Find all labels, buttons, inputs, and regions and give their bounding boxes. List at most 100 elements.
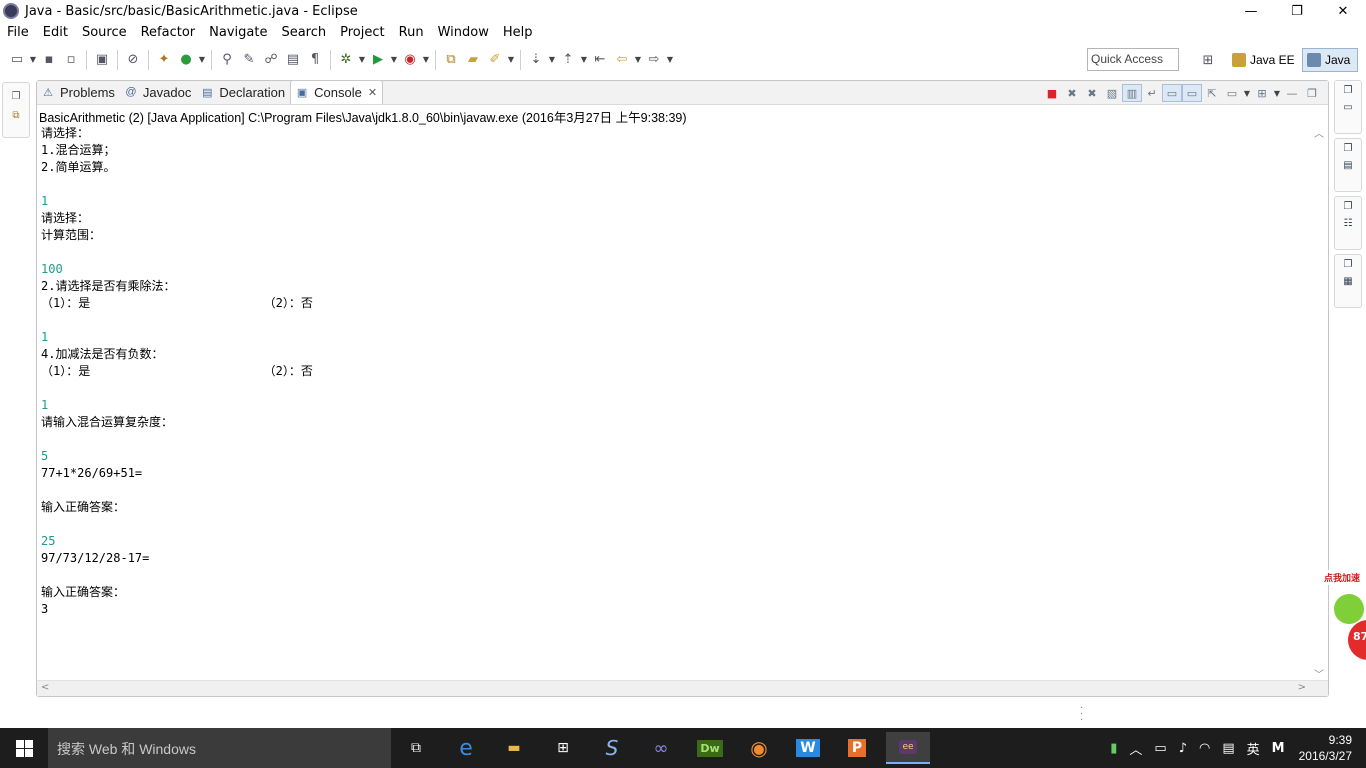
clear-console-icon[interactable]: ▧ bbox=[1102, 84, 1122, 102]
edit-icon[interactable]: ✎ bbox=[238, 49, 260, 71]
restore-icon[interactable]: ❐ bbox=[12, 91, 21, 102]
infinity-app-icon[interactable]: ∞ bbox=[641, 732, 681, 764]
open-type-hierarchy-icon[interactable]: ⧉ bbox=[440, 49, 462, 71]
tab-declaration[interactable]: ▤ Declaration bbox=[196, 80, 290, 104]
menu-run[interactable]: Run bbox=[392, 25, 431, 40]
remove-all-terminated-icon[interactable]: ✖ bbox=[1082, 84, 1102, 102]
pin-console-icon[interactable]: ⇱ bbox=[1202, 84, 1222, 102]
view-icon[interactable]: ▦ bbox=[1343, 276, 1352, 287]
restore-icon[interactable]: ❐ bbox=[1344, 259, 1353, 270]
notifications-icon[interactable]: ▤ bbox=[1216, 741, 1240, 756]
run-icon[interactable]: ▶ bbox=[367, 49, 389, 71]
power-icon[interactable]: ▭ bbox=[1148, 741, 1172, 756]
scroll-left-icon[interactable]: < bbox=[41, 682, 49, 693]
wps-presentation-icon[interactable]: P bbox=[837, 732, 877, 764]
battery-icon[interactable]: ▮ bbox=[1104, 741, 1123, 756]
display-console-dropdown-icon[interactable]: ▼ bbox=[1242, 89, 1252, 98]
taskbar-search-input[interactable]: 搜索 Web 和 Windows bbox=[48, 728, 391, 768]
open-console-icon[interactable]: ⊞ bbox=[1252, 84, 1272, 102]
new-class-icon[interactable]: ● bbox=[175, 49, 197, 71]
wifi-icon[interactable]: ◠ bbox=[1193, 741, 1216, 756]
run-dropdown-icon[interactable]: ▼ bbox=[389, 55, 399, 64]
package-explorer-icon[interactable]: ⧉ bbox=[12, 110, 19, 121]
menu-navigate[interactable]: Navigate bbox=[202, 25, 274, 40]
show-on-stdout-icon[interactable]: ▭ bbox=[1162, 84, 1182, 102]
display-console-icon[interactable]: ▭ bbox=[1222, 84, 1242, 102]
open-console-dropdown-icon[interactable]: ▼ bbox=[1272, 89, 1282, 98]
save-icon[interactable]: ▪ bbox=[38, 49, 60, 71]
restore-icon[interactable]: ❐ bbox=[1344, 143, 1353, 154]
show-on-stderr-icon[interactable]: ▭ bbox=[1182, 84, 1202, 102]
new-icon[interactable]: ▭ bbox=[6, 49, 28, 71]
dreamweaver-icon[interactable]: Dw bbox=[690, 732, 730, 764]
edge-icon[interactable]: e bbox=[446, 732, 486, 764]
scroll-lock-icon[interactable]: ▥ bbox=[1122, 84, 1142, 102]
speed-up-widget[interactable]: 点我加速 87 bbox=[1318, 568, 1366, 668]
editor-area-icon[interactable]: ▭ bbox=[1343, 102, 1352, 113]
close-icon[interactable]: ✕ bbox=[368, 86, 377, 99]
store-icon[interactable]: ⊞ bbox=[543, 732, 583, 764]
debug-icon[interactable]: ✲ bbox=[335, 49, 357, 71]
wps-writer-icon[interactable]: W bbox=[788, 732, 828, 764]
volume-icon[interactable]: ♪ bbox=[1173, 741, 1193, 756]
menu-project[interactable]: Project bbox=[333, 25, 391, 40]
prev-annotation-icon[interactable]: ⇡ bbox=[557, 49, 579, 71]
ime-mode[interactable]: M bbox=[1266, 741, 1291, 756]
terminate-icon[interactable]: ■ bbox=[1042, 84, 1062, 102]
maximize-view-icon[interactable]: ❐ bbox=[1302, 84, 1322, 102]
restore-icon[interactable]: ❐ bbox=[1344, 201, 1353, 212]
menu-edit[interactable]: Edit bbox=[36, 25, 75, 40]
quick-access-input[interactable]: Quick Access bbox=[1087, 48, 1179, 71]
tab-problems[interactable]: ⚠ Problems bbox=[37, 80, 120, 104]
menu-search[interactable]: Search bbox=[274, 25, 333, 40]
external-tools-dropdown-icon[interactable]: ▼ bbox=[421, 55, 431, 64]
new-dropdown-icon[interactable]: ▼ bbox=[28, 55, 38, 64]
tab-javadoc[interactable]: @ Javadoc bbox=[120, 80, 196, 104]
external-tools-icon[interactable]: ◉ bbox=[399, 49, 421, 71]
open-type-icon[interactable]: ⚲ bbox=[216, 49, 238, 71]
toggle-mark-icon[interactable]: ☍ bbox=[260, 49, 282, 71]
scroll-down-icon[interactable]: ﹀ bbox=[1314, 666, 1324, 681]
new-class-dropdown-icon[interactable]: ▼ bbox=[197, 55, 207, 64]
task-list-icon[interactable]: ▤ bbox=[1343, 160, 1352, 171]
skip-breakpoints-icon[interactable]: ⊘ bbox=[122, 49, 144, 71]
forward-dropdown-icon[interactable]: ▼ bbox=[665, 55, 675, 64]
show-hidden-icons-icon[interactable]: ︿ bbox=[1123, 739, 1148, 758]
search-dropdown-icon[interactable]: ▼ bbox=[506, 55, 516, 64]
outline-icon[interactable]: ☷ bbox=[1344, 218, 1353, 229]
open-folder-icon[interactable]: ▰ bbox=[462, 49, 484, 71]
restore-button[interactable]: ❐ bbox=[1274, 0, 1320, 22]
scroll-right-icon[interactable]: > bbox=[1298, 682, 1306, 693]
restore-icon[interactable]: ❐ bbox=[1344, 85, 1353, 96]
console-toolbar-icon[interactable]: ▣ bbox=[91, 49, 113, 71]
menu-window[interactable]: Window bbox=[431, 25, 496, 40]
scroll-up-icon[interactable]: ︿ bbox=[1314, 125, 1324, 140]
prev-annotation-dropdown-icon[interactable]: ▼ bbox=[579, 55, 589, 64]
perspective-java[interactable]: Java bbox=[1302, 48, 1358, 72]
task-view-icon[interactable]: ⧉ bbox=[396, 732, 436, 764]
remove-launch-icon[interactable]: ✖ bbox=[1062, 84, 1082, 102]
next-annotation-icon[interactable]: ⇣ bbox=[525, 49, 547, 71]
debug-dropdown-icon[interactable]: ▼ bbox=[357, 55, 367, 64]
start-button[interactable] bbox=[0, 728, 48, 768]
console-output[interactable]: 请选择： 1.混合运算； 2.简单运算。 1 请选择： 计算范围： 100 2.请选择是否有乘… bbox=[41, 125, 1309, 681]
menu-help[interactable]: Help bbox=[496, 25, 540, 40]
search-toolbar-icon[interactable]: ✐ bbox=[484, 49, 506, 71]
save-all-icon[interactable]: ▫ bbox=[60, 49, 82, 71]
eclipse-icon[interactable]: ee bbox=[886, 732, 930, 764]
ime-language[interactable]: 英 bbox=[1241, 739, 1266, 758]
last-edit-icon[interactable]: ⇤ bbox=[589, 49, 611, 71]
close-button[interactable]: ✕ bbox=[1320, 0, 1366, 22]
minimize-view-icon[interactable]: — bbox=[1282, 84, 1302, 102]
perspective-java-ee[interactable]: Java EE bbox=[1228, 48, 1299, 72]
back-dropdown-icon[interactable]: ▼ bbox=[633, 55, 643, 64]
browser-icon[interactable]: ◉ bbox=[739, 732, 779, 764]
show-whitespace-icon[interactable]: ¶ bbox=[304, 49, 326, 71]
menu-source[interactable]: Source bbox=[75, 25, 134, 40]
open-perspective-icon[interactable]: ⊞ bbox=[1197, 49, 1219, 71]
clock[interactable]: 9:39 2016/3/27 bbox=[1291, 732, 1366, 764]
new-package-icon[interactable]: ✦ bbox=[153, 49, 175, 71]
forward-icon[interactable]: ⇨ bbox=[643, 49, 665, 71]
next-annotation-dropdown-icon[interactable]: ▼ bbox=[547, 55, 557, 64]
explorer-icon[interactable]: ▬ bbox=[494, 732, 534, 764]
